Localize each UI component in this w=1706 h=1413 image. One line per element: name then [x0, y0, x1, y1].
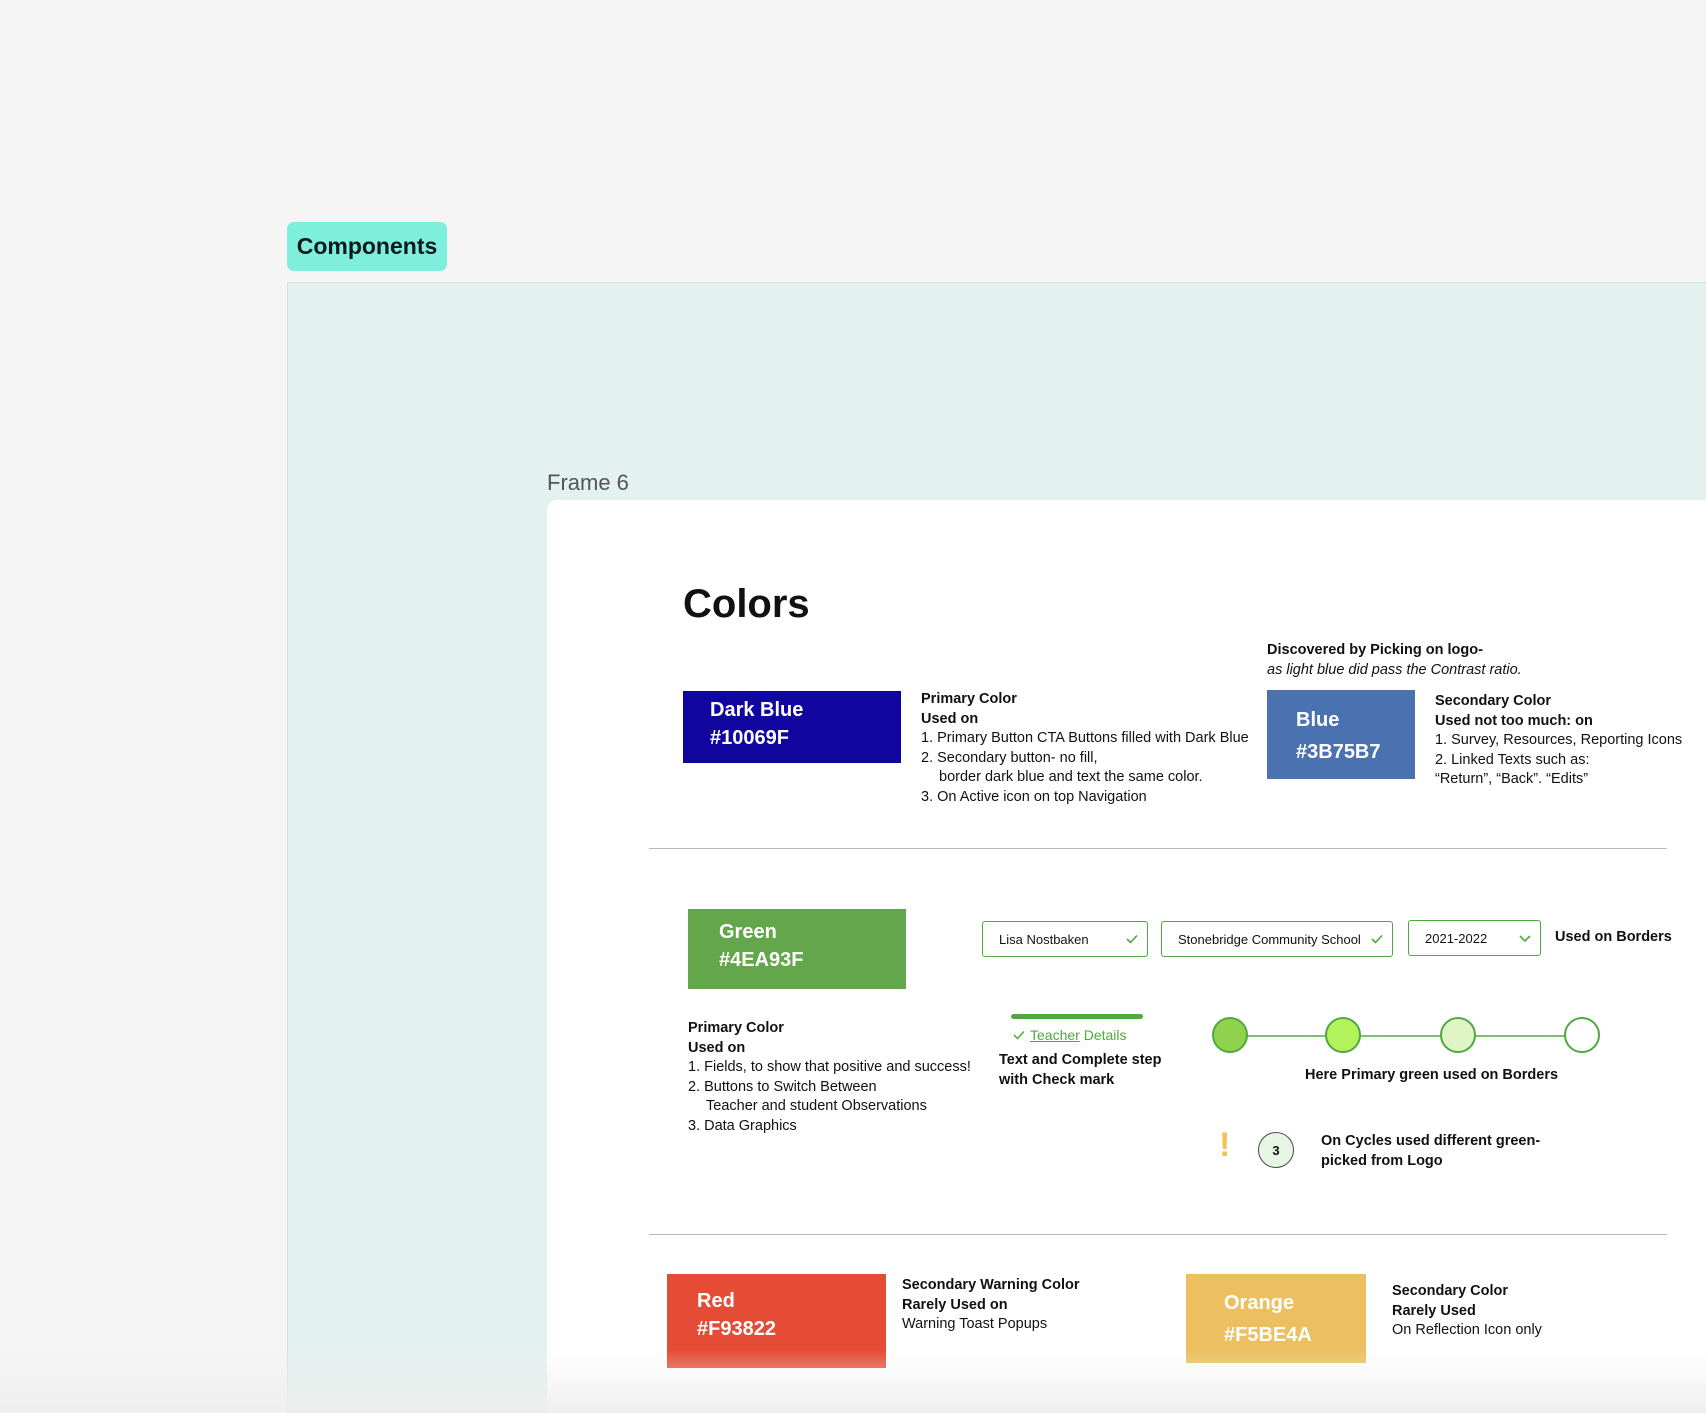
stepper-dot-1[interactable]	[1212, 1017, 1248, 1053]
green-hex: #4EA93F	[719, 949, 804, 971]
note-heading: Secondary Warning Color	[902, 1277, 1080, 1293]
cycles-note: On Cycles used different green- picked f…	[1321, 1132, 1540, 1171]
dropdown-value: 2021-2022	[1425, 930, 1488, 946]
red-swatch: Red #F93822	[667, 1274, 886, 1368]
year-dropdown[interactable]: 2021-2022	[1408, 920, 1541, 956]
step-tab-teacher-details[interactable]: Teacher Details	[1012, 1027, 1127, 1043]
exclamation-icon: !	[1219, 1126, 1231, 1164]
stepper-dot-2[interactable]	[1325, 1017, 1361, 1053]
note-heading: Primary Color	[688, 1020, 784, 1036]
orange-notes: Secondary Color Rarely Used On Reflectio…	[1392, 1282, 1542, 1341]
frame-label[interactable]: Frame 6	[547, 470, 629, 496]
check-icon	[1371, 934, 1383, 944]
used-on-borders-label: Used on Borders	[1555, 929, 1672, 945]
note-item: 3. On Active icon on top Navigation	[921, 788, 1147, 805]
note-item: 1. Primary Button CTA Buttons filled wit…	[921, 730, 1249, 746]
note-item: On Reflection Icon only	[1392, 1322, 1542, 1338]
step-caption-line: with Check mark	[999, 1071, 1115, 1088]
note-item: 2. Buttons to Switch Between	[688, 1078, 877, 1095]
cycle-number: 3	[1272, 1142, 1280, 1158]
red-hex: #F93822	[697, 1318, 776, 1340]
dark-blue-swatch: Dark Blue #10069F	[683, 691, 901, 763]
discovered-note: as light blue did pass the Contrast rati…	[1267, 661, 1522, 678]
note-item: Teacher and student Observations	[706, 1098, 927, 1114]
dark-blue-notes: Primary Color Used on 1. Primary Button …	[921, 690, 1249, 807]
note-subheading: Used on	[688, 1039, 746, 1056]
note-item: 2. Secondary button- no fill,	[921, 749, 1098, 766]
red-name: Red	[697, 1290, 735, 1312]
step-tab-label: Details	[1079, 1027, 1127, 1043]
note-item: Warning Toast Popups	[902, 1316, 1048, 1332]
divider-1	[649, 848, 1667, 849]
blue-notes: Secondary Color Used not too much: on 1.…	[1435, 692, 1682, 790]
stepper-caption: Here Primary green used on Borders	[1305, 1067, 1559, 1083]
step-caption: Text and Complete step with Check mark	[999, 1051, 1161, 1090]
blue-swatch: Blue #3B75B7	[1267, 690, 1415, 779]
note-heading: Secondary Color	[1435, 693, 1552, 709]
note-subheading: Used not too much: on	[1435, 712, 1593, 729]
dropdown-value: Lisa Nostbaken	[999, 931, 1089, 947]
orange-name: Orange	[1224, 1292, 1295, 1314]
stepper-line	[1231, 1035, 1591, 1037]
note-subheading: Rarely Used	[1392, 1302, 1476, 1319]
stepper-dot-3[interactable]	[1440, 1017, 1476, 1053]
red-notes: Secondary Warning Color Rarely Used on W…	[902, 1276, 1080, 1335]
note-heading: Primary Color	[921, 691, 1017, 707]
check-icon	[1126, 934, 1138, 944]
page-title: Colors	[683, 582, 810, 626]
section-label-components[interactable]: Components	[287, 222, 447, 271]
orange-swatch: Orange #F5BE4A	[1186, 1274, 1366, 1363]
note-item: 2. Linked Texts such as:	[1435, 751, 1590, 768]
note-item: 1. Fields, to show that positive and suc…	[688, 1059, 971, 1075]
dark-blue-name: Dark Blue	[710, 699, 804, 721]
note-item: 3. Data Graphics	[688, 1117, 797, 1134]
step-tab-link[interactable]: Teacher	[1030, 1027, 1080, 1043]
blue-discovered-note: Discovered by Picking on logo- as light …	[1267, 641, 1522, 680]
note-item: 1. Survey, Resources, Reporting Icons	[1435, 732, 1683, 748]
blue-hex: #3B75B7	[1296, 741, 1381, 763]
cycle-number-badge[interactable]: 3	[1258, 1132, 1294, 1168]
note-item: border dark blue and text the same color…	[939, 769, 1203, 785]
green-name: Green	[719, 921, 777, 943]
check-icon	[1013, 1030, 1025, 1040]
orange-hex: #F5BE4A	[1224, 1324, 1312, 1346]
school-dropdown[interactable]: Stonebridge Community School	[1161, 921, 1393, 957]
dropdown-value: Stonebridge Community School	[1178, 931, 1361, 947]
note-subheading: Used on	[921, 710, 979, 727]
green-notes: Primary Color Used on 1. Fields, to show…	[688, 1019, 971, 1136]
cycles-note-line: picked from Logo	[1321, 1152, 1443, 1169]
dark-blue-hex: #10069F	[710, 727, 789, 749]
step-progress-bar	[1011, 1014, 1143, 1019]
discovered-title: Discovered by Picking on logo-	[1267, 642, 1483, 658]
green-swatch: Green #4EA93F	[688, 909, 906, 989]
stepper-dot-4[interactable]	[1564, 1017, 1600, 1053]
note-subheading: Rarely Used on	[902, 1296, 1008, 1313]
step-caption-line: Text and Complete step	[999, 1052, 1162, 1068]
blue-name: Blue	[1296, 709, 1340, 731]
cycles-note-line: On Cycles used different green-	[1321, 1133, 1541, 1149]
teacher-dropdown[interactable]: Lisa Nostbaken	[982, 921, 1148, 957]
note-item: “Return”, “Back”. “Edits”	[1435, 771, 1589, 787]
note-heading: Secondary Color	[1392, 1283, 1509, 1299]
divider-2	[649, 1234, 1667, 1235]
frame-6: Colors Dark Blue #10069F Primary Color U…	[547, 500, 1706, 1412]
chevron-down-icon	[1519, 935, 1531, 943]
